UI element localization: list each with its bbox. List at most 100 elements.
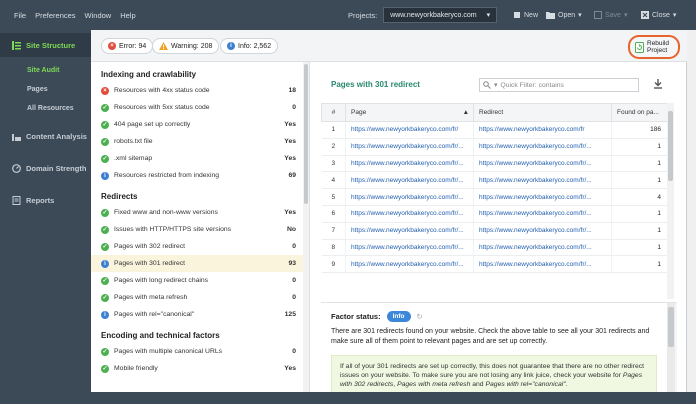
page-url[interactable]: https://www.newyorkbakeryco.com/fr/...	[345, 155, 474, 173]
sidebar-subitem-all-resources[interactable]: All Resources	[0, 99, 91, 118]
factor-label: Fixed www and non-www versions	[114, 209, 218, 216]
redirect-url[interactable]: https://www.newyorkbakeryco.com/fr/...	[473, 205, 612, 223]
table-row[interactable]: 4 https://www.newyorkbakeryco.com/fr/... h…	[321, 171, 668, 190]
factor-row[interactable]: ✓ Mobile friendly Yes	[91, 360, 309, 377]
table-row[interactable]: 5 https://www.newyorkbakeryco.com/fr/... h…	[321, 188, 668, 206]
project-dropdown[interactable]: www.newyorkbakeryco.com ▾	[383, 7, 498, 23]
chevron-down-icon: ▾	[486, 12, 491, 19]
table-body: 1 https://www.newyorkbakeryco.com/fr/http…	[321, 121, 668, 274]
factor-note-end: .	[565, 381, 568, 388]
redirect-url[interactable]: https://www.newyorkbakeryco.com/fr	[473, 121, 612, 139]
factor-row[interactable]: ✓ 404 page set up correctly Yes	[91, 116, 309, 133]
menu-window[interactable]: Window	[85, 11, 112, 20]
info-badge[interactable]: i Info: 2,562	[220, 38, 279, 54]
chevron-down-icon: ▾	[578, 12, 582, 19]
download-icon[interactable]	[652, 78, 664, 90]
new-button[interactable]: New	[513, 0, 538, 30]
factor-label: Pages with long redirect chains	[114, 277, 209, 284]
redirect-url[interactable]: https://www.newyorkbakeryco.com/fr/...	[473, 222, 612, 240]
factor-row[interactable]: ✓ Pages with long redirect chains 0	[91, 272, 309, 289]
quick-filter-input[interactable]: ▾ Quick Filter: contains	[479, 78, 639, 92]
sidebar-item-domain-strength[interactable]: Domain Strength	[0, 156, 91, 180]
menu-file[interactable]: File	[14, 11, 26, 20]
redirect-url[interactable]: https://www.newyorkbakeryco.com/fr/...	[473, 188, 612, 206]
sidebar-subitem-pages[interactable]: Pages	[0, 80, 91, 99]
found-on-pages-count: 1	[611, 171, 668, 190]
factors-scrollbar[interactable]	[303, 62, 309, 392]
section-title: Redirects	[101, 192, 138, 201]
table-row[interactable]: 8 https://www.newyorkbakeryco.com/fr/... h…	[321, 239, 668, 257]
page-url[interactable]: https://www.newyorkbakeryco.com/fr/...	[345, 188, 474, 206]
table-scrollbar[interactable]	[667, 103, 674, 299]
chevron-down-icon: ▾	[623, 12, 628, 19]
factor-row[interactable]: ✓ Resources with 5xx status code 0	[91, 99, 309, 116]
factor-row[interactable]: ✓ Fixed www and non-www versions Yes	[91, 204, 309, 221]
row-number: 2	[321, 138, 346, 156]
table-row[interactable]: 6 https://www.newyorkbakeryco.com/fr/... h…	[321, 205, 668, 223]
page-url[interactable]: https://www.newyorkbakeryco.com/fr/...	[345, 222, 474, 240]
factors-panel: Indexing and crawlability × Resources with…	[91, 62, 310, 392]
table-row[interactable]: 9 https://www.newyorkbakeryco.com/fr/... h…	[321, 255, 668, 274]
search-icon	[483, 81, 491, 89]
open-button[interactable]: Open ▾	[546, 0, 582, 30]
scrollbar-thumb[interactable]	[304, 64, 308, 204]
factor-note-link-meta-refresh: Pages with meta refresh	[397, 381, 471, 388]
table-row[interactable]: 3 https://www.newyorkbakeryco.com/fr/... h…	[321, 155, 668, 173]
redirect-url[interactable]: https://www.newyorkbakeryco.com/fr/...	[473, 255, 612, 274]
close-label: Close	[652, 11, 670, 19]
factor-value: 69	[288, 172, 296, 179]
page-url[interactable]: https://www.newyorkbakeryco.com/fr/...	[345, 255, 474, 274]
scrollbar-thumb[interactable]	[668, 111, 673, 181]
table-row[interactable]: 1 https://www.newyorkbakeryco.com/fr/http…	[321, 121, 668, 139]
factor-row[interactable]: i Pages with rel="canonical" 125	[91, 306, 309, 323]
project-value: www.newyorkbakeryco.com	[390, 11, 477, 19]
sidebar-item-site-structure[interactable]: Site Structure	[0, 33, 91, 57]
rebuild-project-button[interactable]: Rebuild Project	[628, 35, 680, 59]
sidebar-subitem-site-audit[interactable]: Site Audit	[0, 61, 91, 80]
factor-row[interactable]: ✓ Pages with 302 redirect 0	[91, 238, 309, 255]
page-url[interactable]: https://www.newyorkbakeryco.com/fr/	[345, 121, 474, 139]
page-url[interactable]: https://www.newyorkbakeryco.com/fr/...	[345, 171, 474, 190]
redirect-url[interactable]: https://www.newyorkbakeryco.com/fr/...	[473, 138, 612, 156]
menu-help[interactable]: Help	[120, 11, 135, 20]
refresh-icon[interactable]: ↻	[417, 312, 423, 321]
row-number: 7	[321, 222, 346, 240]
redirect-url[interactable]: https://www.newyorkbakeryco.com/fr/...	[473, 155, 612, 173]
redirect-url[interactable]: https://www.newyorkbakeryco.com/fr/...	[473, 171, 612, 190]
factor-scrollbar[interactable]	[667, 303, 675, 393]
factor-row[interactable]: i Pages with 301 redirect 93	[91, 255, 309, 272]
factor-row[interactable]: ✓ .xml sitemap Yes	[91, 150, 309, 167]
column-number[interactable]: #	[321, 103, 346, 122]
column-redirect[interactable]: Redirect	[473, 103, 612, 122]
factor-label: Pages with 301 redirect	[114, 260, 186, 267]
factor-row[interactable]: ✓ robots.txt file Yes	[91, 133, 309, 150]
error-badge[interactable]: × Error: 94	[101, 38, 154, 54]
page-url[interactable]: https://www.newyorkbakeryco.com/fr/...	[345, 205, 474, 223]
column-found-on-pages[interactable]: Found on pa...	[611, 103, 668, 122]
factor-row[interactable]: ✓ Pages with meta refresh 0	[91, 289, 309, 306]
page-url[interactable]: https://www.newyorkbakeryco.com/fr/...	[345, 138, 474, 156]
close-button[interactable]: Close ▾	[641, 0, 676, 30]
warning-badge[interactable]: Warning: 208	[152, 38, 220, 54]
factor-label: robots.txt file	[114, 138, 153, 145]
sidebar-item-content-analysis[interactable]: Content Analysis	[0, 124, 91, 148]
factor-row[interactable]: i Resources restricted from indexing 69	[91, 167, 309, 184]
factor-row[interactable]: ✓ Pages with multiple canonical URLs 0	[91, 343, 309, 360]
summary-strip: × Error: 94 Warning: 208 i Info: 2,562 R…	[91, 30, 687, 62]
redirect-url[interactable]: https://www.newyorkbakeryco.com/fr/...	[473, 239, 612, 257]
menu-preferences[interactable]: Preferences	[35, 11, 75, 20]
save-button[interactable]: Save ▾	[594, 0, 627, 30]
page-url[interactable]: https://www.newyorkbakeryco.com/fr/...	[345, 239, 474, 257]
factor-row[interactable]: ✓ Issues with HTTP/HTTPS site versions No	[91, 221, 309, 238]
found-on-pages-count: 1	[611, 205, 668, 223]
sidebar-item-label: Content Analysis	[26, 131, 87, 141]
table-row[interactable]: 2 https://www.newyorkbakeryco.com/fr/... h…	[321, 138, 668, 156]
factor-note-separator: and	[470, 381, 486, 388]
sidebar-item-reports[interactable]: Reports	[0, 188, 91, 212]
factor-row[interactable]: × Resources with 4xx status code 18	[91, 82, 309, 99]
table-row[interactable]: 7 https://www.newyorkbakeryco.com/fr/... h…	[321, 222, 668, 240]
column-page[interactable]: Page ▲	[345, 103, 474, 122]
info-icon: i	[227, 42, 235, 50]
row-number: 8	[321, 239, 346, 257]
scrollbar-thumb[interactable]	[668, 307, 674, 347]
